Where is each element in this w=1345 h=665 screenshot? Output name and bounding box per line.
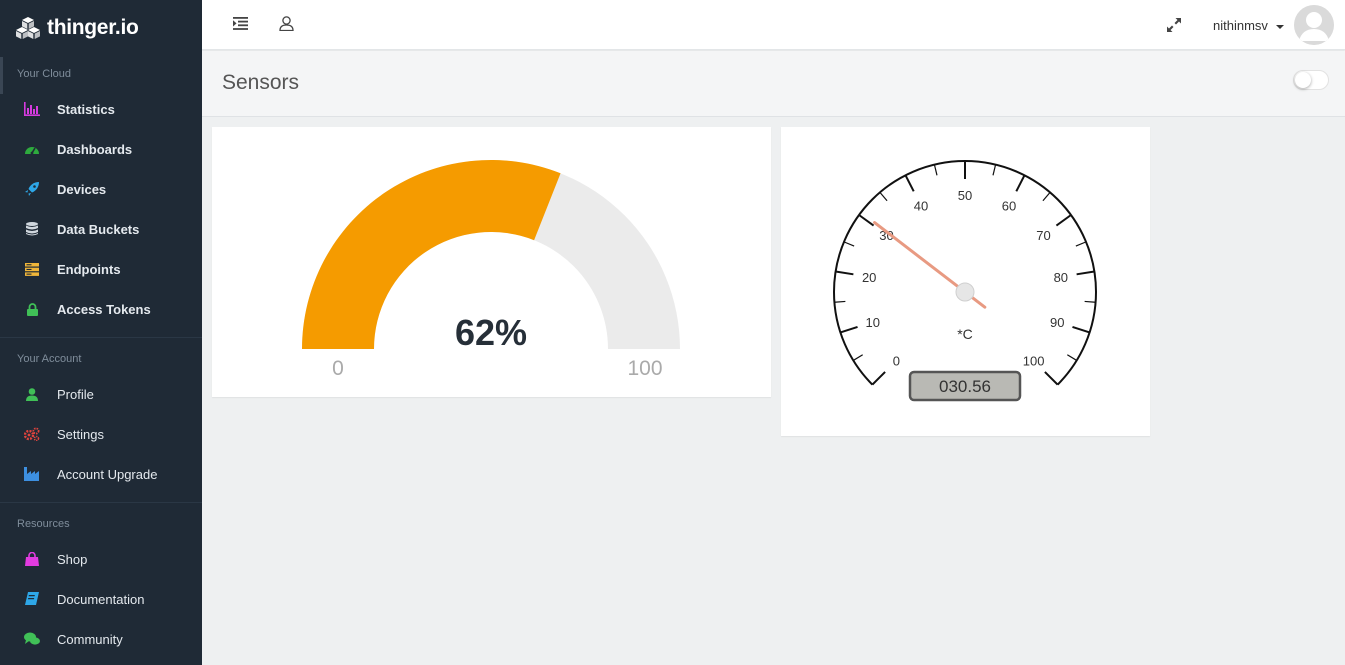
section-title-your-cloud: Your Cloud [17, 68, 72, 80]
meter-tick-label: 10 [866, 315, 880, 330]
sidebar-item-label: Access Tokens [57, 301, 151, 317]
meter-minor-tick [879, 191, 888, 202]
sidebar-item-community[interactable]: Community [0, 619, 202, 659]
caret-down-icon [1275, 24, 1284, 29]
sidebar-item-profile[interactable]: Profile [0, 374, 202, 414]
sidebar-divider [0, 502, 202, 503]
edit-mode-toggle[interactable] [1293, 70, 1329, 90]
meter-major-tick [871, 371, 886, 386]
meter-minor-tick [933, 164, 938, 176]
avatar[interactable] [1294, 5, 1334, 45]
dashboard-icon [24, 141, 40, 157]
page-header: Sensors [202, 51, 1345, 117]
user-icon [24, 386, 40, 402]
sidebar-item-access-tokens[interactable]: Access Tokens [0, 289, 202, 329]
database-icon [24, 221, 40, 237]
section-title-resources: Resources [17, 518, 70, 530]
sidebar-item-shop[interactable]: Shop [0, 539, 202, 579]
sidebar-item-endpoints[interactable]: Endpoints [0, 249, 202, 289]
meter-major-tick [1072, 325, 1090, 334]
sidebar-divider [0, 337, 202, 338]
username-label: nithinmsv [1213, 18, 1268, 33]
gauge-max-label: 100 [627, 357, 662, 380]
cubes-logo-icon [16, 17, 40, 39]
cogs-icon [24, 426, 40, 442]
sidebar-item-label: Data Buckets [57, 221, 140, 237]
sidebar-item-label: Profile [57, 386, 94, 402]
sidebar-item-label: Dashboards [57, 141, 133, 157]
book-icon [24, 591, 40, 607]
meter-tick-label: 20 [862, 270, 876, 285]
expand-icon[interactable] [1167, 18, 1181, 37]
meter-tick-label: 0 [893, 354, 900, 369]
user-menu-dropdown[interactable]: nithinmsv [1213, 18, 1284, 33]
sidebar-item-devices[interactable]: Devices [0, 169, 202, 209]
meter-minor-tick [1067, 354, 1078, 361]
top-navbar: nithinmsv [202, 0, 1345, 50]
donut-gauge-svg: 62% 0 100 [302, 160, 680, 380]
server-icon [24, 261, 40, 277]
meter-major-tick [1044, 371, 1059, 386]
sidebar-item-label: Documentation [57, 591, 145, 607]
sidebar-item-statistics[interactable]: Statistics [0, 89, 202, 129]
shopping-bag-icon [24, 551, 40, 567]
meter-minor-tick [834, 300, 846, 303]
toggle-knob [1295, 72, 1311, 88]
meter-major-tick [904, 174, 915, 192]
brand-name: thinger.io [47, 16, 139, 39]
meter-minor-tick [1084, 300, 1096, 303]
sidebar-item-label: Endpoints [57, 261, 121, 277]
rocket-icon [24, 181, 40, 197]
section-title-your-account: Your Account [17, 353, 82, 365]
meter-major-tick [840, 325, 858, 334]
industry-icon [24, 466, 40, 482]
meter-tick-label: 90 [1050, 315, 1064, 330]
sidebar-item-label: Shop [57, 551, 88, 567]
meter-tick-label: 40 [914, 199, 928, 214]
brand-logo[interactable]: thinger.io [0, 0, 202, 56]
user-outline-icon[interactable] [279, 16, 294, 36]
meter-lcd-value: 030.56 [939, 377, 991, 396]
meter-major-tick [1076, 270, 1095, 276]
meter-unit-label: *C [957, 326, 973, 342]
sidebar-item-documentation[interactable]: Documentation [0, 579, 202, 619]
sidebar-item-data-buckets[interactable]: Data Buckets [0, 209, 202, 249]
list-indent-icon[interactable] [233, 17, 248, 35]
sidebar-item-settings[interactable]: Settings [0, 414, 202, 454]
bar-chart-icon [24, 101, 40, 117]
sidebar-item-label: Account Upgrade [57, 466, 158, 482]
gauge-min-label: 0 [332, 357, 344, 380]
sidebar-item-label: Statistics [57, 101, 115, 117]
meter-tick-label: 80 [1054, 270, 1068, 285]
meter-minor-tick [992, 164, 997, 176]
page-title: Sensors [222, 71, 300, 94]
sidebar-item-label: Settings [57, 426, 104, 442]
meter-major-tick [1015, 174, 1026, 192]
meter-major-tick [1055, 214, 1072, 227]
temperature-meter-widget[interactable]: 0 10 20 30 40 50 60 70 80 90 100 *C 030.56 [781, 127, 1150, 436]
meter-tick-label: 100 [1023, 354, 1045, 369]
meter-minor-tick [843, 241, 855, 247]
meter-tick-label: 60 [1002, 199, 1016, 214]
sidebar-item-account-upgrade[interactable]: Account Upgrade [0, 454, 202, 494]
meter-major-tick [858, 214, 875, 227]
sidebar-item-dashboards[interactable]: Dashboards [0, 129, 202, 169]
meter-tick-label: 70 [1036, 228, 1050, 243]
comments-icon [24, 631, 40, 647]
sidebar-item-label: Community [57, 631, 123, 647]
meter-minor-tick [1075, 241, 1087, 247]
meter-minor-tick [1042, 191, 1051, 202]
sidebar-item-label: Devices [57, 181, 107, 197]
meter-needle-hub [955, 282, 975, 302]
donut-gauge-widget[interactable]: 62% 0 100 [212, 127, 771, 397]
meter-tick-label: 50 [958, 188, 972, 203]
lock-icon [24, 301, 40, 317]
meter-minor-tick [852, 354, 863, 361]
sidebar: thinger.io Your Cloud Statistics Dashboa… [0, 0, 202, 665]
meter-svg: 0102030405060708090100 *C 030.56 [833, 160, 1097, 402]
meter-major-tick [835, 270, 854, 276]
gauge-value-label: 62% [455, 312, 527, 353]
